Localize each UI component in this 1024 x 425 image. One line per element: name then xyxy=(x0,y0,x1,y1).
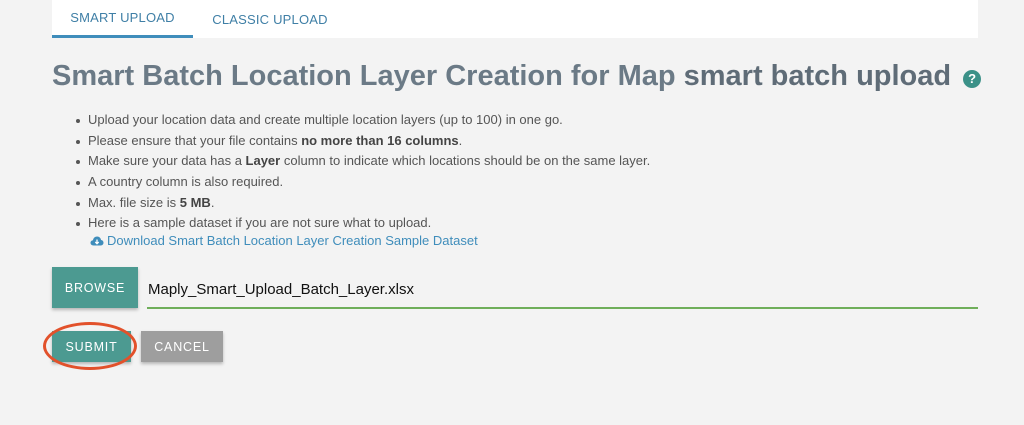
instruction-bold: no more than 16 columns xyxy=(301,132,459,148)
browse-button[interactable]: BROWSE xyxy=(52,267,138,308)
cloud-download-icon xyxy=(90,236,104,245)
list-item: A country column is also required. xyxy=(72,172,972,193)
instructions-list: Upload your location data and create mul… xyxy=(72,110,972,234)
page-title-main: Smart Batch Location Layer Creation for … xyxy=(52,60,676,92)
upload-mode-tabs: SMART UPLOAD CLASSIC UPLOAD xyxy=(52,0,978,38)
page-title: Smart Batch Location Layer Creation for … xyxy=(52,60,992,93)
list-item: Upload your location data and create mul… xyxy=(72,110,972,131)
instruction-text: Max. file size is xyxy=(88,194,180,210)
instruction-text: Make sure your data has a xyxy=(88,153,246,169)
instruction-text: Upload your location data and create mul… xyxy=(88,112,563,127)
instruction-bold: Layer xyxy=(245,153,281,169)
instruction-text: . xyxy=(458,132,463,148)
page-title-bold: smart batch upload xyxy=(683,60,952,92)
tab-smart-upload[interactable]: SMART UPLOAD xyxy=(52,0,193,38)
download-sample-link[interactable]: Download Smart Batch Location Layer Crea… xyxy=(90,233,478,248)
list-item: Please ensure that your file contains no… xyxy=(72,131,972,152)
list-item: Max. file size is 5 MB. xyxy=(72,193,972,214)
instruction-bold: 5 MB xyxy=(179,194,211,210)
instruction-text: Please ensure that your file contains xyxy=(88,132,302,148)
download-link-label: Download Smart Batch Location Layer Crea… xyxy=(107,233,478,248)
cancel-button[interactable]: CANCEL xyxy=(141,331,223,362)
submit-button[interactable]: SUBMIT xyxy=(52,331,131,362)
file-name-field[interactable]: Maply_Smart_Upload_Batch_Layer.xlsx xyxy=(147,272,978,309)
tab-classic-upload[interactable]: CLASSIC UPLOAD xyxy=(202,0,338,38)
list-item: Here is a sample dataset if you are not … xyxy=(72,213,972,234)
list-item: Make sure your data has a Layer column t… xyxy=(72,151,972,172)
instruction-text: . xyxy=(210,194,215,210)
instruction-text: Here is a sample dataset if you are not … xyxy=(88,215,432,231)
help-icon[interactable]: ? xyxy=(963,69,982,88)
instruction-text: A country column is also required. xyxy=(88,174,284,190)
instruction-text: column to indicate which locations shoul… xyxy=(280,153,651,169)
